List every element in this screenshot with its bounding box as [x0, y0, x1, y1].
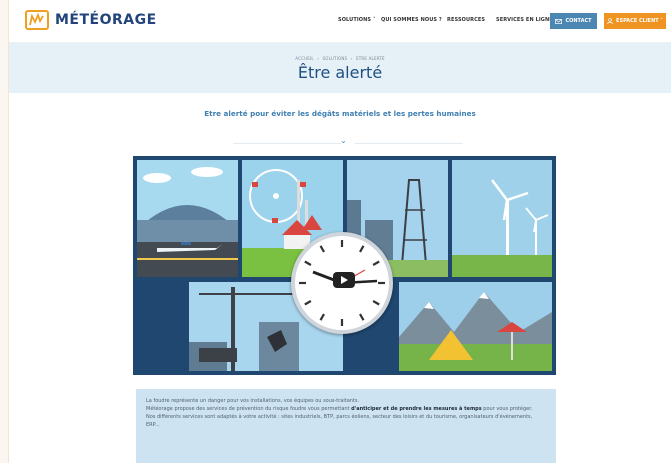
logo[interactable]: MÉTÉORAGE [25, 10, 157, 30]
nav-services-en-ligne[interactable]: SERVICES EN LIGNE [496, 17, 553, 23]
logo-bolt-icon [25, 10, 49, 30]
client-area-label: ESPACE CLIENT ˅ [616, 18, 663, 24]
info-box: La foudre représente un danger pour vos … [136, 389, 556, 463]
contact-label: CONTACT [565, 18, 592, 24]
nav-qui-sommes-nous[interactable]: QUI SOMMES NOUS ? [381, 17, 442, 23]
nav-ressources[interactable]: RESSOURCES [447, 17, 485, 23]
breadcrumb-solutions[interactable]: SOLUTIONS [323, 56, 348, 61]
breadcrumb-separator: › [350, 56, 353, 61]
chevron-down-icon[interactable]: ⌄ [340, 136, 347, 145]
section-subtitle: Etre alerté pour éviter les dégâts matér… [204, 109, 476, 118]
info-line-3: Nos différents services sont adaptés à v… [146, 414, 533, 428]
camping-illustration [399, 282, 552, 371]
breadcrumb-home[interactable]: ACCUEIL [295, 56, 314, 61]
nav-solutions[interactable]: SOLUTIONS ˅ [338, 17, 376, 23]
user-icon [607, 18, 613, 24]
info-line-2: Météorage propose des services de préven… [146, 406, 533, 412]
breadcrumb-separator: › [317, 56, 320, 61]
envelope-icon [555, 18, 563, 24]
logo-text: MÉTÉORAGE [55, 12, 157, 28]
breadcrumb-current: ETRE ALERTÉ [356, 56, 385, 61]
play-button[interactable] [333, 272, 355, 288]
contact-button[interactable]: CONTACT [550, 13, 597, 29]
site-header: MÉTÉORAGE SOLUTIONS ˅ QUI SOMMES NOUS ? … [9, 0, 671, 43]
wind-farm-illustration [452, 160, 552, 277]
divider-left [233, 143, 341, 144]
airport-illustration [137, 160, 238, 277]
breadcrumb: ACCUEIL › SOLUTIONS › ETRE ALERTÉ [9, 56, 671, 61]
page-title: Être alerté [297, 63, 383, 82]
divider-right [355, 143, 463, 144]
client-area-button[interactable]: ESPACE CLIENT ˅ [604, 13, 666, 29]
left-edge-strip [0, 0, 9, 463]
page-hero: ACCUEIL › SOLUTIONS › ETRE ALERTÉ Être a… [9, 43, 671, 93]
info-line-1: La foudre représente un danger pour vos … [146, 398, 360, 404]
